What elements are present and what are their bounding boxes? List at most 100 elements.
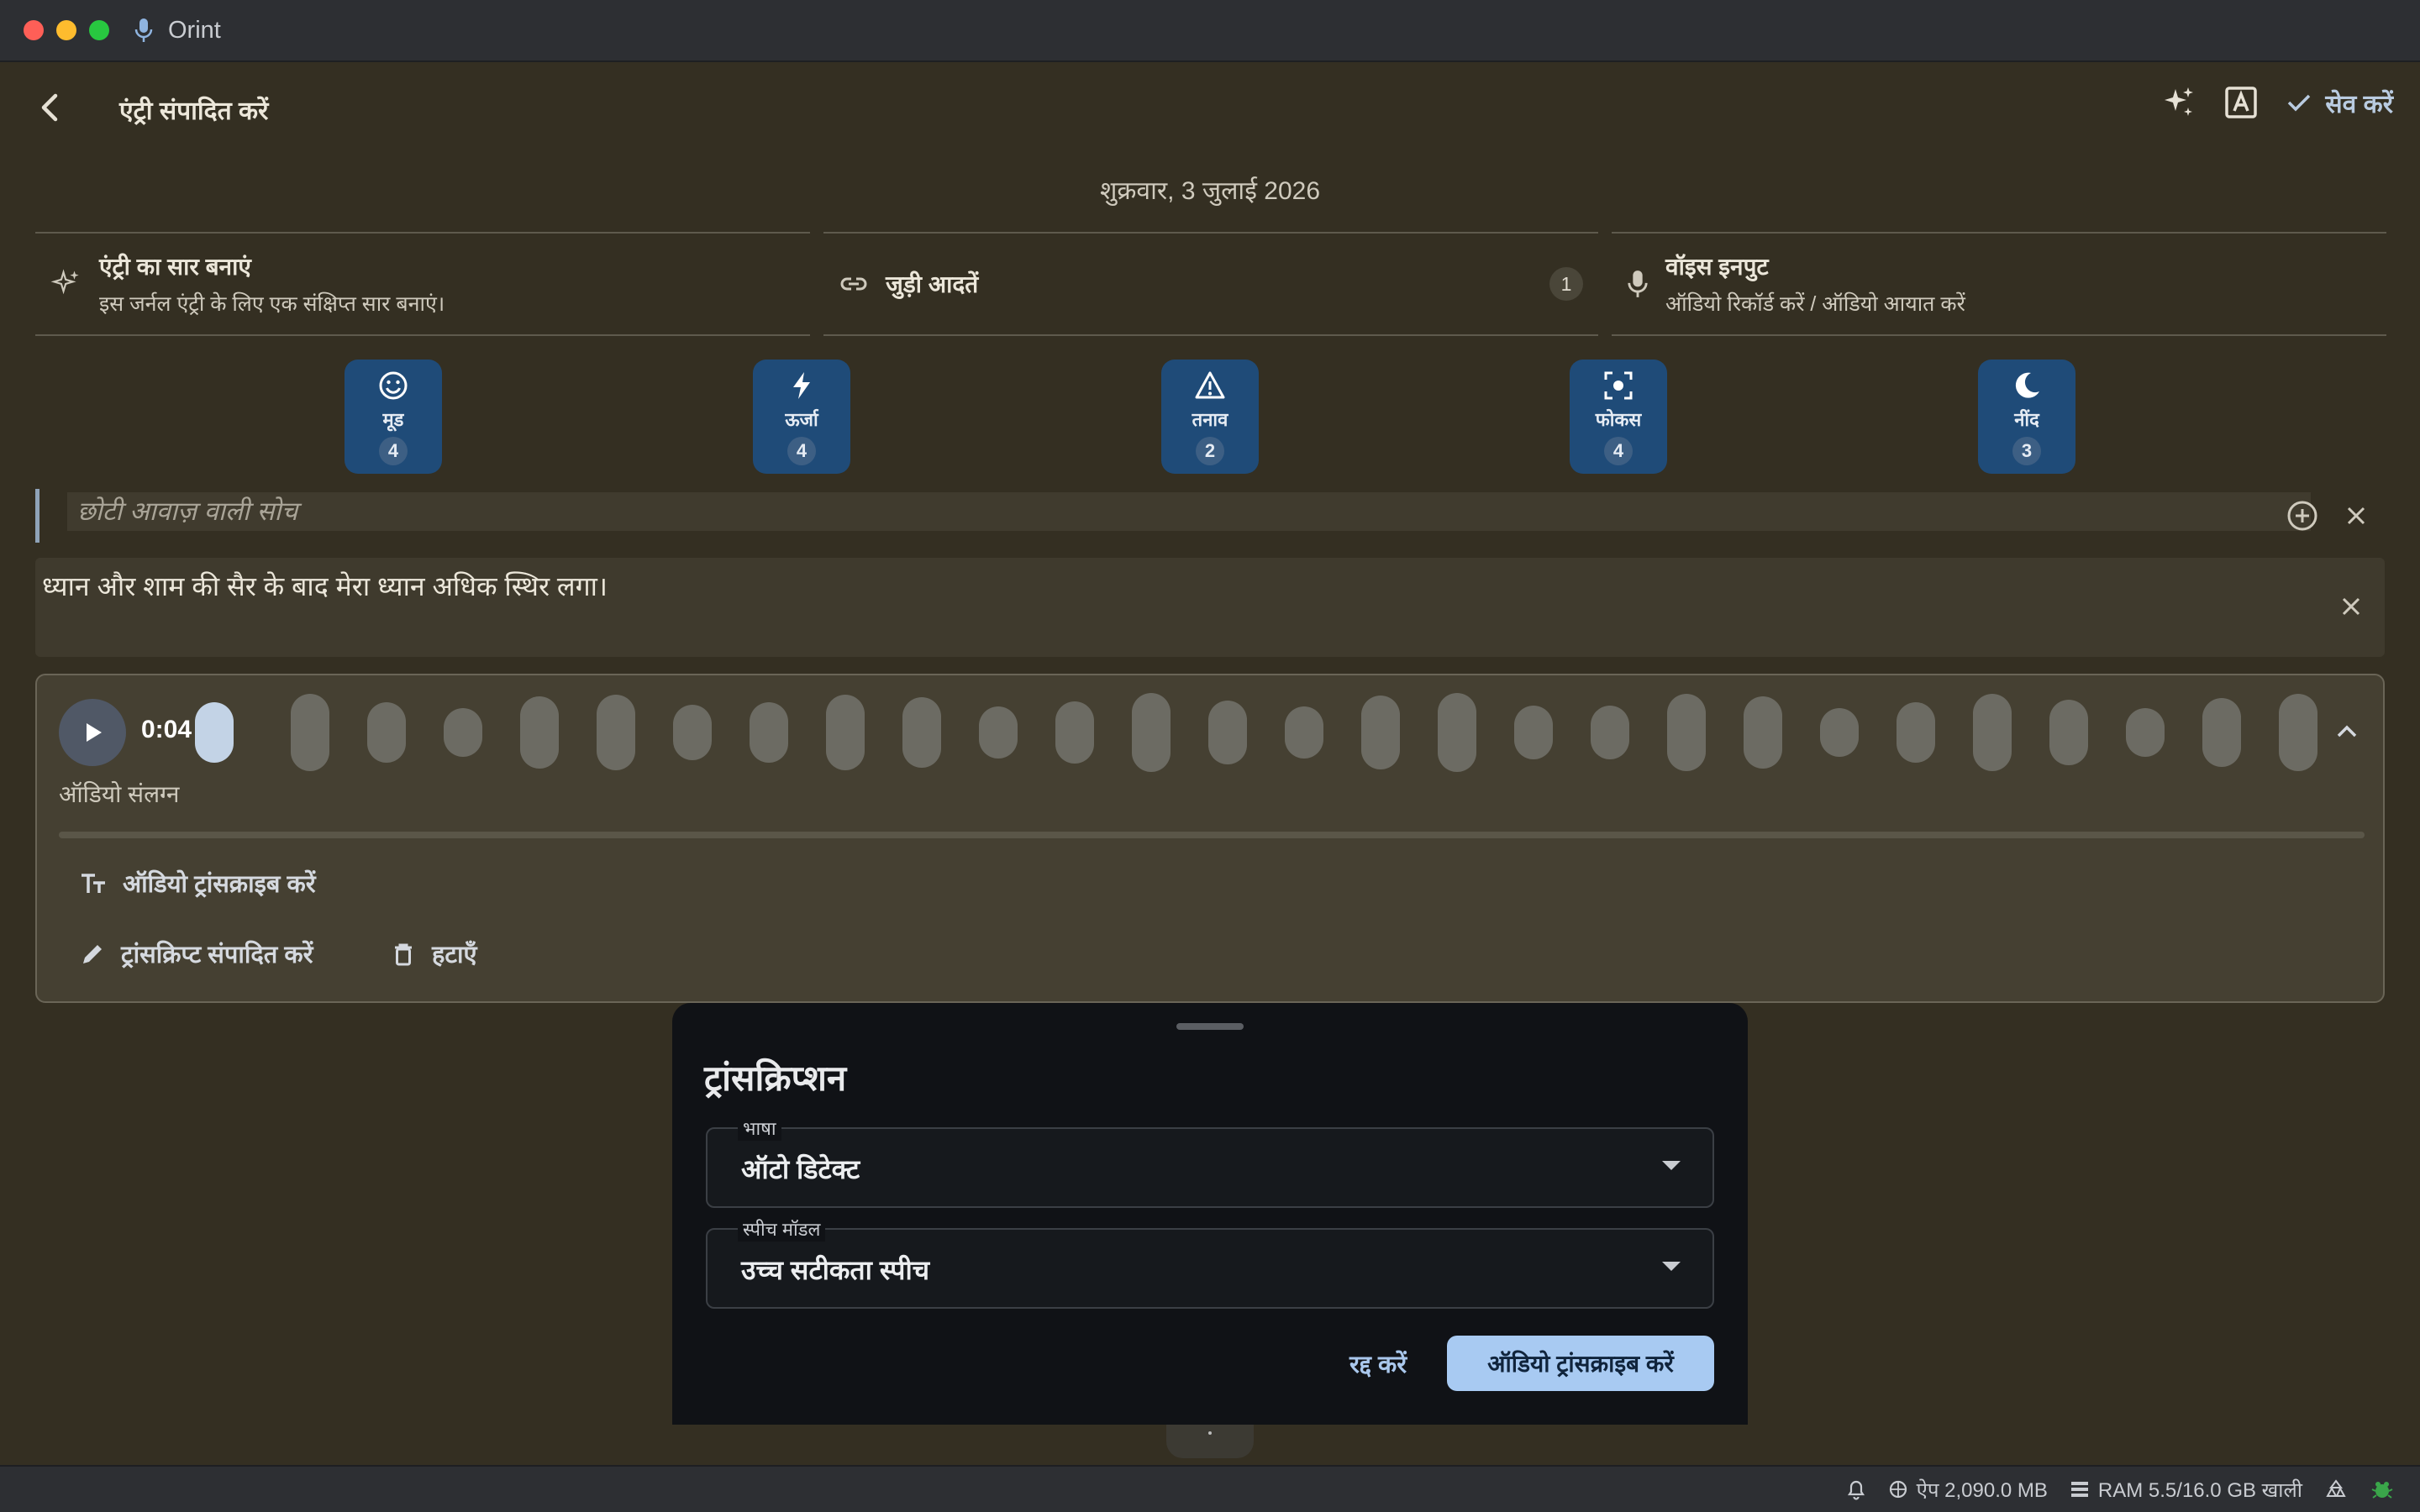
sheet-title: ट्रांसक्रिप्शन	[704, 1058, 847, 1098]
audio-waveform[interactable]	[37, 675, 2386, 785]
confirm-transcribe-button[interactable]: ऑडियो ट्रांसक्राइब करें	[1447, 1336, 1714, 1391]
habits-count-badge: 1	[1549, 267, 1583, 301]
metric-value: 4	[787, 437, 816, 465]
close-window-button[interactable]	[24, 20, 44, 40]
audio-time: 0:04	[141, 716, 192, 743]
text-fields-icon	[82, 873, 105, 893]
metric-energy[interactable]: ऊर्जा 4	[753, 360, 850, 474]
title-accent-bar	[35, 489, 39, 543]
waveform-bar	[1361, 696, 1400, 769]
entry-title-input[interactable]	[67, 492, 2311, 531]
waveform-bar	[1667, 694, 1706, 771]
metric-label: मूड	[382, 409, 404, 430]
app-memory-text: ऐप 2,090.0 MB	[1916, 1478, 2048, 1502]
app-name: Orint	[168, 16, 221, 44]
entry-date: शुक्रवार, 3 जुलाई 2026	[1099, 177, 1321, 205]
cancel-button[interactable]: रद्द करें	[1349, 1347, 1407, 1380]
waveform-bar	[444, 708, 482, 757]
transcribe-audio-button[interactable]: ऑडियो ट्रांसक्राइब करें	[79, 867, 316, 900]
metric-mood[interactable]: मूड 4	[345, 360, 442, 474]
transcribe-audio-label: ऑडियो ट्रांसक्राइब करें	[123, 871, 316, 898]
add-circle-icon[interactable]	[2286, 499, 2319, 533]
audio-panel: 0:04 ऑडियो संलग्न ऑडियो ट्रांसक्राइब करे…	[35, 674, 2385, 1003]
recycle-icon[interactable]	[2324, 1478, 2348, 1501]
playhead-knob[interactable]	[195, 702, 234, 763]
waveform-bar	[367, 702, 406, 763]
summarize-entry-card[interactable]: एंट्री का सार बनाएं इस जर्नल एंट्री के ल…	[35, 232, 810, 336]
metric-focus[interactable]: फोकस 4	[1570, 360, 1667, 474]
back-button[interactable]	[30, 87, 71, 128]
waveform-bar	[902, 697, 941, 768]
save-button[interactable]: सेव करें	[2285, 86, 2393, 120]
metric-value: 2	[1196, 437, 1224, 465]
bolt-icon	[793, 372, 810, 399]
waveform-bar	[1514, 706, 1553, 759]
sparkle-icon	[50, 269, 79, 295]
voice-card-title: वॉइस इनपुट	[1665, 254, 1769, 280]
waveform-bar	[1438, 693, 1476, 772]
ram-text: RAM 5.5/16.0 GB खाली	[2097, 1478, 2302, 1502]
play-icon	[87, 723, 102, 742]
check-icon	[2288, 94, 2311, 112]
pencil-icon	[83, 944, 102, 963]
trash-icon	[395, 943, 412, 965]
waveform-bar	[1132, 693, 1171, 772]
waveform-bar	[2126, 708, 2165, 757]
top-app-bar: एंट्री संपादित करें सेव करें	[0, 64, 2420, 151]
bottom-peek-handle[interactable]	[1166, 1425, 1254, 1458]
waveform-bar	[979, 706, 1018, 759]
action-cards: एंट्री का सार बनाएं इस जर्नल एंट्री के ल…	[35, 232, 2386, 336]
sparkle-icon[interactable]	[2160, 84, 2197, 121]
audio-progress-bar[interactable]	[59, 832, 2365, 838]
minimize-window-button[interactable]	[56, 20, 76, 40]
voice-input-card[interactable]: वॉइस इनपुट ऑडियो रिकॉर्ड करें / ऑडियो आय…	[1612, 232, 2386, 336]
ram-indicator: RAM 5.5/16.0 GB खाली	[2070, 1476, 2302, 1504]
speech-model-value: उच्च सटीकता स्पीच	[741, 1255, 930, 1285]
chevron-down-icon	[1662, 1262, 1681, 1271]
metric-label: फोकस	[1595, 409, 1642, 430]
smile-icon	[379, 371, 408, 400]
play-button[interactable]	[59, 699, 126, 766]
waveform-bar	[1285, 706, 1323, 759]
habits-card-title: जुड़ी आदतें	[886, 271, 979, 297]
close-icon[interactable]	[2343, 502, 2370, 529]
text-format-icon[interactable]	[2223, 84, 2260, 121]
waveform-bar	[1973, 694, 2012, 771]
close-icon[interactable]	[2338, 593, 2365, 620]
waveform-bar	[520, 696, 559, 769]
entry-body-box[interactable]: ध्यान और शाम की सैर के बाद मेरा ध्यान अध…	[35, 558, 2385, 657]
entry-title-row	[35, 489, 2385, 543]
metric-stress[interactable]: तनाव 2	[1161, 360, 1259, 474]
sheet-drag-handle[interactable]	[1176, 1023, 1244, 1030]
language-select[interactable]: भाषा ऑटो डिटेक्ट	[706, 1116, 1714, 1208]
chevron-up-icon[interactable]	[2333, 717, 2361, 746]
metric-label: तनाव	[1192, 409, 1228, 430]
waveform-bar	[826, 695, 865, 770]
zoom-window-button[interactable]	[89, 20, 109, 40]
arrow-back-icon	[41, 93, 58, 122]
appbar-actions: सेव करें	[2160, 84, 2393, 121]
linked-habits-card[interactable]: जुड़ी आदतें 1	[823, 232, 1598, 336]
window-controls	[24, 20, 109, 40]
waveform-bar	[2279, 694, 2317, 771]
chevron-down-icon	[1662, 1161, 1681, 1170]
bell-icon[interactable]	[1846, 1478, 1866, 1500]
speech-model-select[interactable]: स्पीच मॉडल उच्च सटीकता स्पीच	[706, 1216, 1714, 1309]
delete-audio-button[interactable]: हटाएँ	[390, 937, 477, 970]
waveform-bar	[1744, 696, 1782, 769]
audio-attached-label: ऑडियो संलग्न	[59, 781, 180, 807]
language-value: ऑटो डिटेक्ट	[741, 1154, 860, 1184]
chip-icon	[1889, 1480, 1907, 1499]
metric-value: 4	[1604, 437, 1633, 465]
metric-sleep[interactable]: नींद 3	[1978, 360, 2075, 474]
edit-transcript-button[interactable]: ट्रांसक्रिप्ट संपादित करें	[79, 937, 313, 970]
page-title: एंट्री संपादित करें	[119, 97, 269, 125]
waveform-bar	[673, 705, 712, 760]
waveform-bar	[1591, 706, 1629, 759]
storage-icon	[2070, 1482, 2088, 1497]
waveform-bar	[2049, 700, 2088, 765]
bug-icon[interactable]	[2370, 1478, 2395, 1501]
edit-transcript-label: ट्रांसक्रिप्ट संपादित करें	[121, 942, 313, 969]
waveform-bar	[597, 695, 635, 770]
moon-icon	[2015, 372, 2039, 398]
